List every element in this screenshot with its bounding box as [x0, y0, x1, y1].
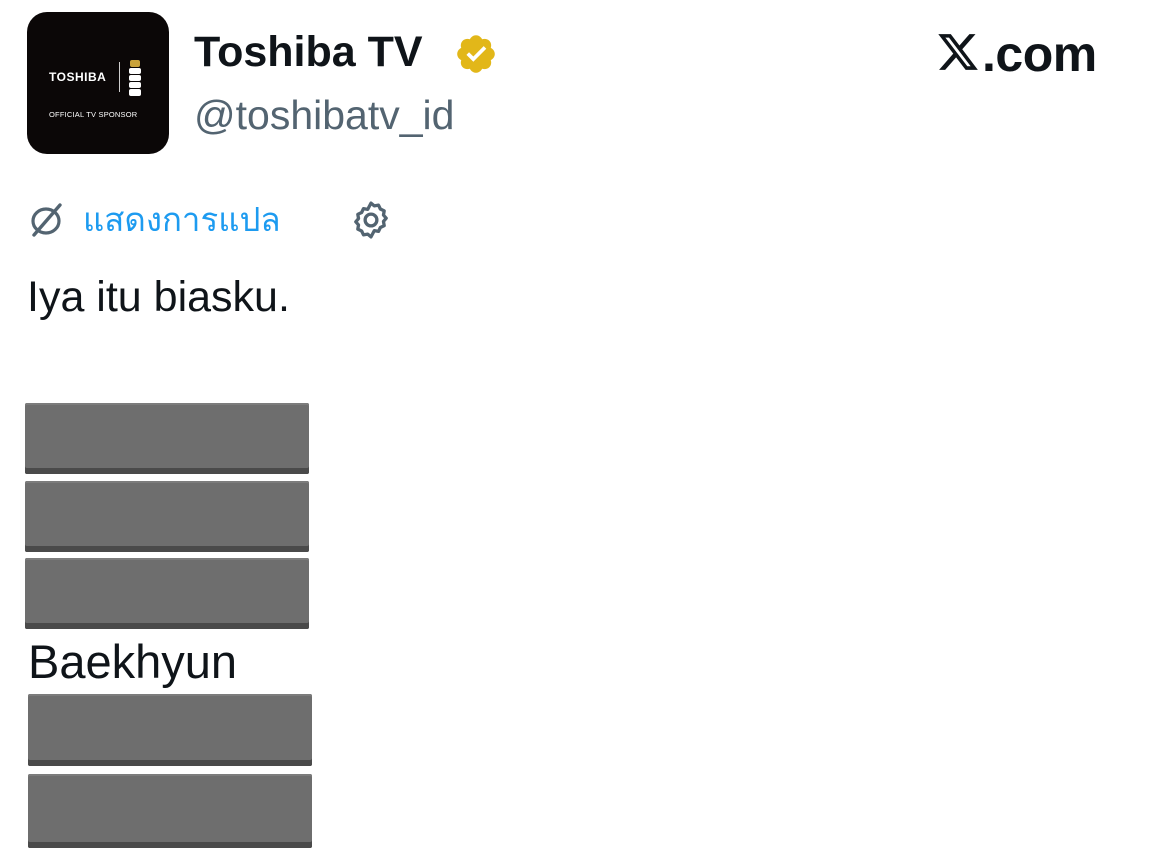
site-domain-label: .com — [982, 26, 1097, 82]
redaction-block — [25, 558, 309, 629]
gear-icon[interactable] — [349, 198, 393, 242]
tweet-text: Iya itu biasku. — [27, 273, 290, 321]
redaction-block — [25, 481, 309, 552]
trophy-icon — [129, 60, 141, 96]
redaction-block — [25, 403, 309, 474]
avatar-brand-text: TOSHIBA — [49, 70, 107, 84]
tweet-name-text: Baekhyun — [28, 635, 238, 688]
display-name[interactable]: Toshiba TV — [194, 24, 423, 80]
user-handle[interactable]: @toshibatv_id — [194, 88, 454, 142]
avatar-sponsor-text: OFFICIAL TV SPONSOR — [49, 110, 138, 119]
show-translation-link[interactable]: แสดงการแปล — [83, 196, 281, 244]
x-logo-icon — [938, 34, 978, 70]
translate-row: แสดงการแปล — [27, 196, 427, 244]
translate-icon[interactable] — [27, 200, 67, 240]
redaction-block — [28, 694, 312, 766]
profile-avatar[interactable]: TOSHIBA OFFICIAL TV SPONSOR — [27, 12, 169, 154]
verified-badge-icon[interactable] — [454, 32, 498, 76]
redaction-block — [28, 774, 312, 848]
avatar-divider — [119, 62, 120, 92]
